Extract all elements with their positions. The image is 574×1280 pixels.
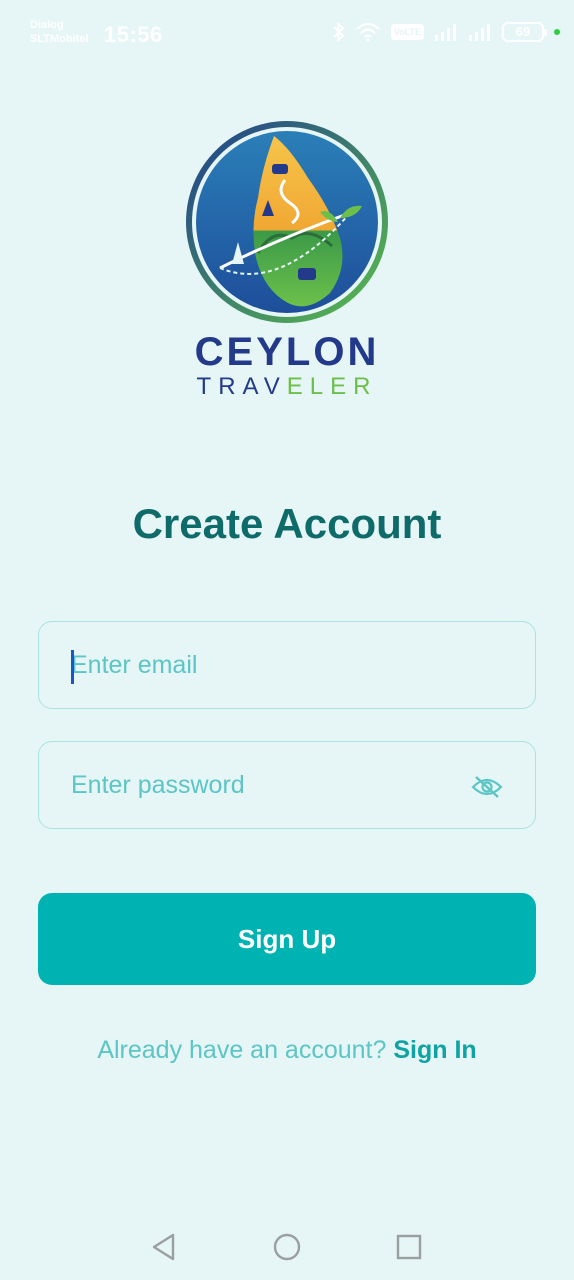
text-cursor xyxy=(71,650,74,684)
sign-in-link[interactable]: Sign In xyxy=(393,1036,476,1064)
email-field-container[interactable] xyxy=(38,621,536,709)
home-icon[interactable] xyxy=(273,1232,301,1262)
back-icon[interactable] xyxy=(151,1232,177,1262)
status-bar: Dialog SLTMobitel 15:56 VoLTE 69 xyxy=(0,0,574,60)
volte-badge: VoLTE xyxy=(390,24,424,40)
signal-icon-2 xyxy=(469,24,490,41)
carrier-line-2: SLTMobitel xyxy=(30,33,89,45)
email-input[interactable] xyxy=(71,622,451,708)
wifi-icon xyxy=(356,22,380,42)
sign-up-button[interactable]: Sign Up xyxy=(38,893,536,985)
sign-in-prompt-text: Already have an account? xyxy=(97,1036,387,1064)
eye-off-icon[interactable] xyxy=(471,775,503,799)
signal-icon xyxy=(435,24,456,41)
system-nav-bar xyxy=(0,1218,574,1278)
password-input[interactable] xyxy=(71,742,451,828)
recents-icon[interactable] xyxy=(396,1232,422,1262)
status-icons: VoLTE 69 xyxy=(333,22,560,42)
carrier-label: Dialog SLTMobitel xyxy=(30,18,88,46)
page-title: Create Account xyxy=(132,500,442,547)
carrier-line-1: Dialog xyxy=(30,19,64,31)
brand-subtitle: TRAVELER xyxy=(180,373,394,401)
globe-icon xyxy=(186,121,388,323)
sign-in-prompt: Already have an account? Sign In xyxy=(0,1036,574,1065)
brand-subtitle-a: TRAV xyxy=(196,373,287,400)
privacy-dot xyxy=(554,29,560,35)
password-field-container[interactable] xyxy=(38,741,536,829)
brand-subtitle-b: ELER xyxy=(286,373,378,400)
app-logo: CEYLON TRAVELER xyxy=(180,118,394,408)
battery-icon: 69 xyxy=(502,22,547,42)
status-time: 15:56 xyxy=(104,22,163,47)
bluetooth-icon xyxy=(333,22,345,42)
brand-name: CEYLON xyxy=(194,330,380,374)
